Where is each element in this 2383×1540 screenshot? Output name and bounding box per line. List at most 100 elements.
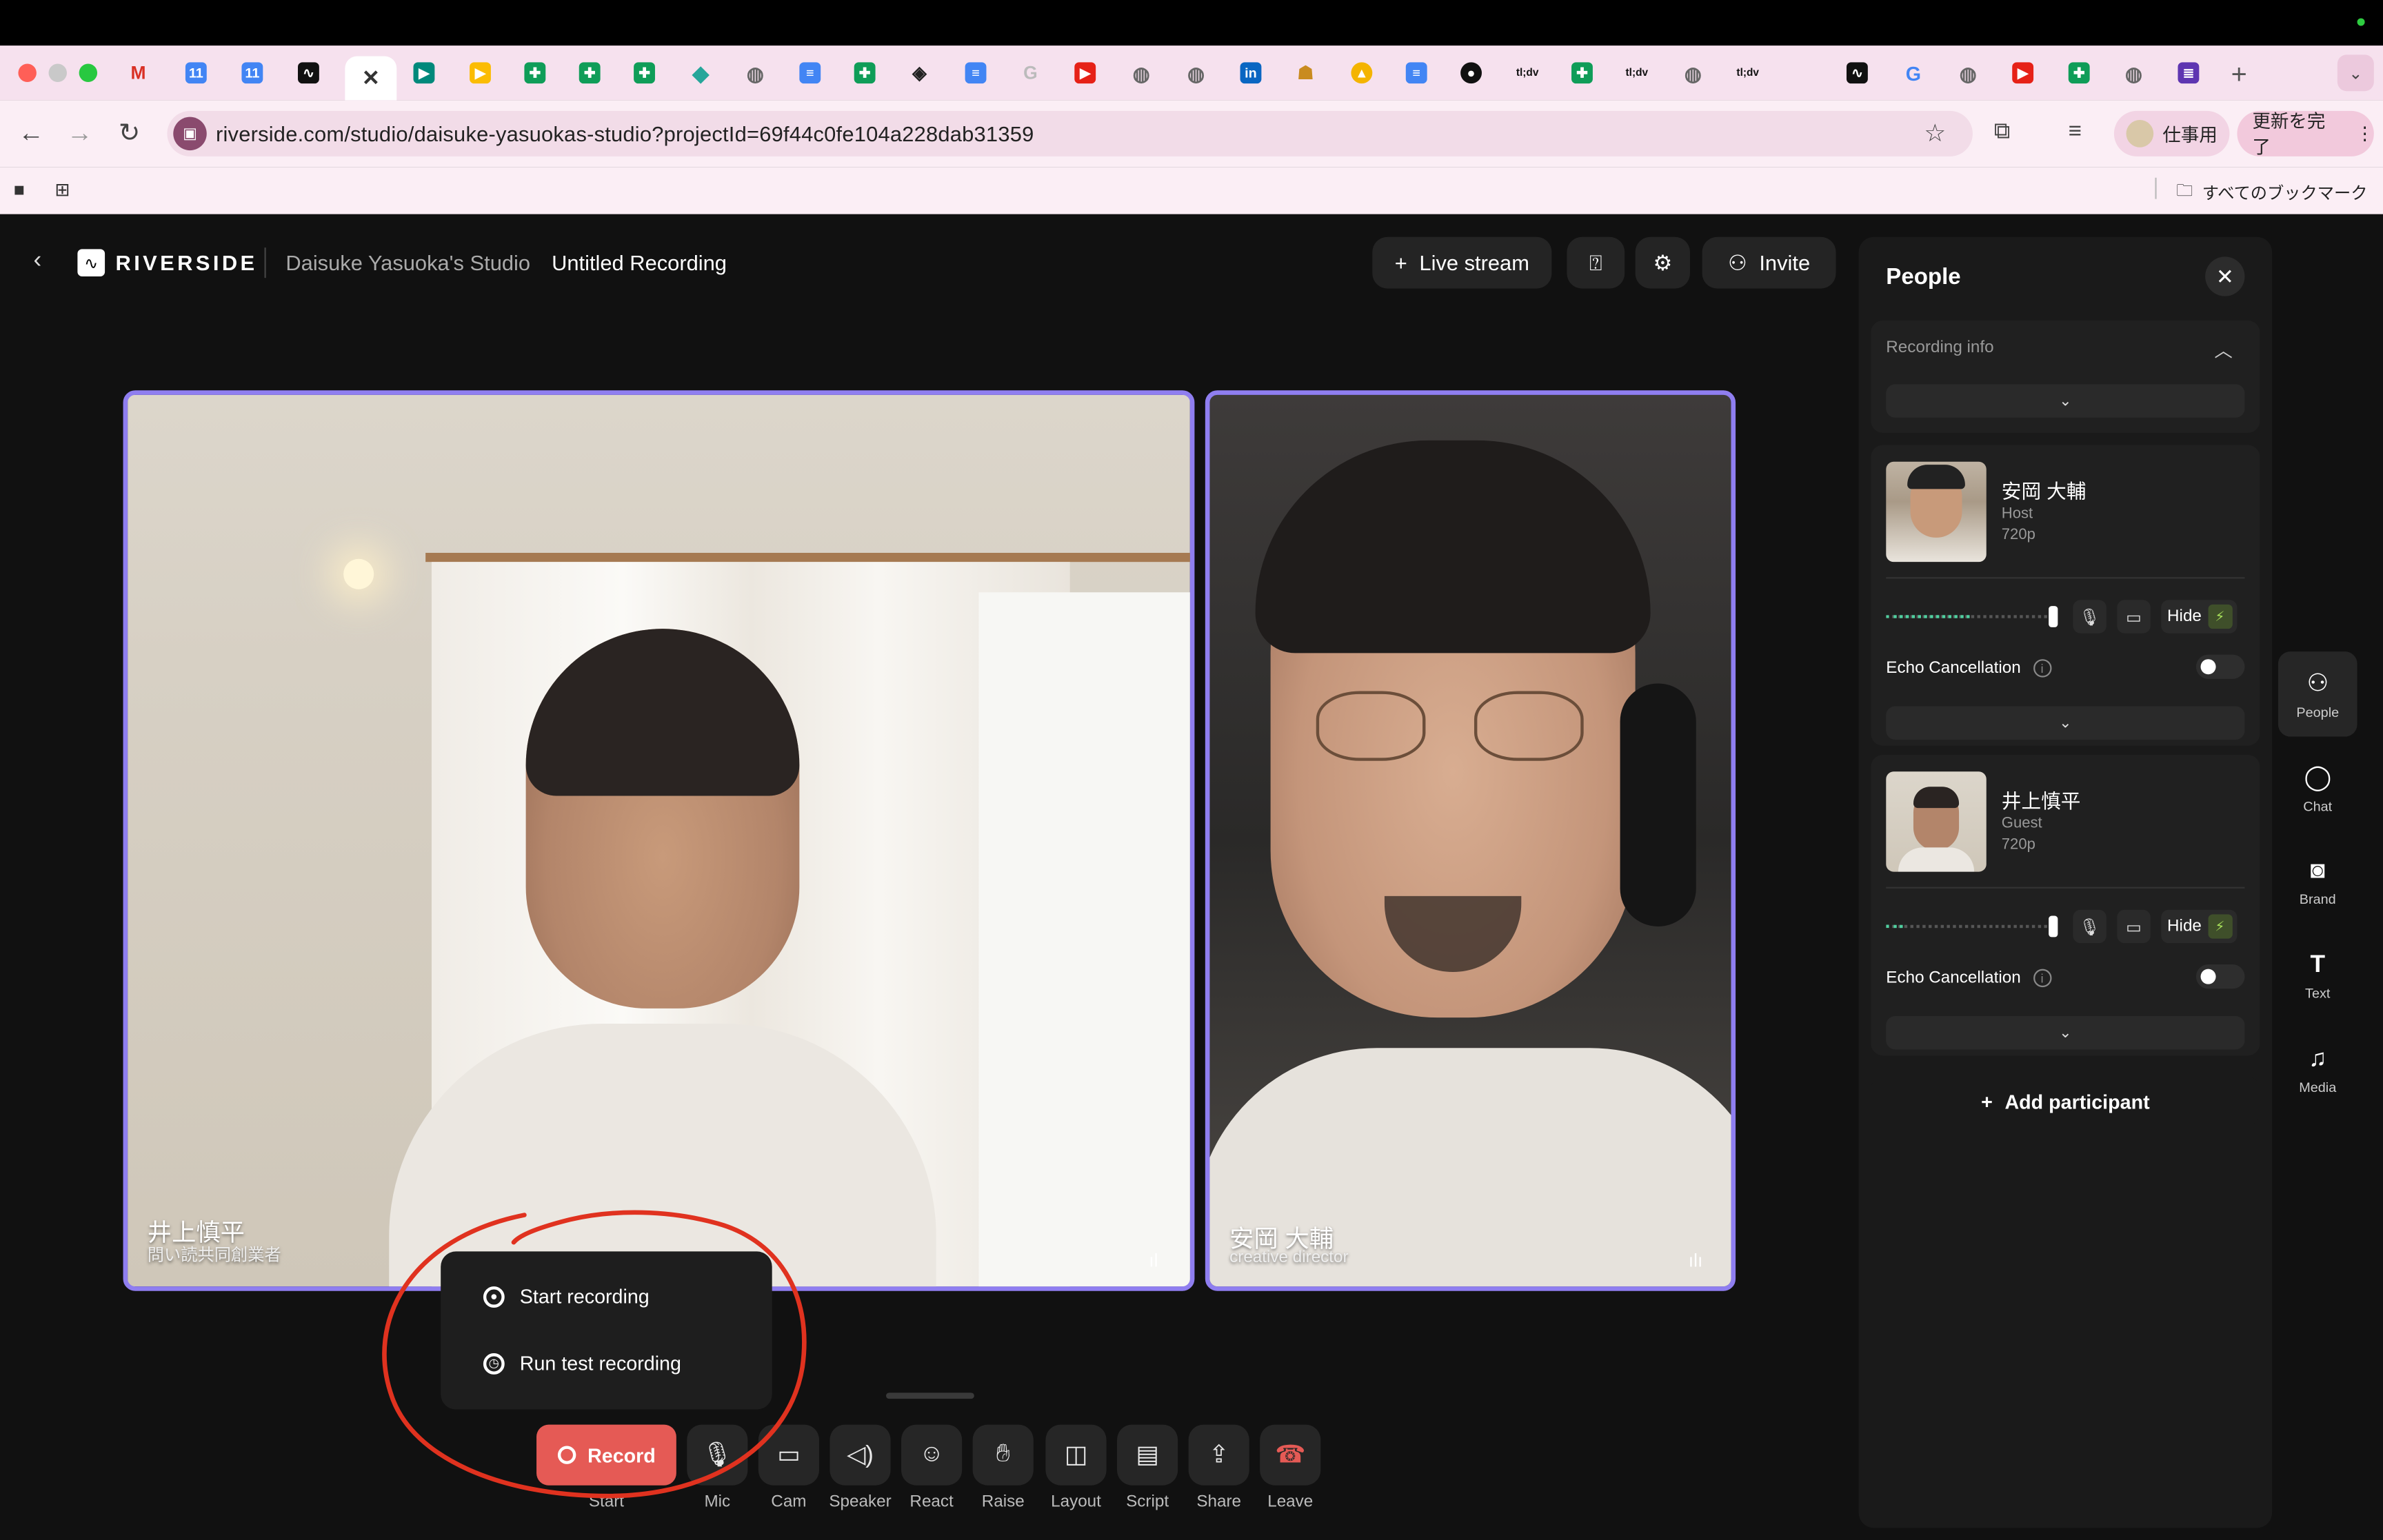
extensions-icon[interactable]: ⧉	[1994, 119, 2011, 144]
rail-people[interactable]: ⚇ People	[2278, 651, 2357, 737]
tab-linkedin[interactable]: in	[1234, 57, 1267, 90]
tab-gmail[interactable]: M	[121, 57, 154, 90]
guest-echo-toggle[interactable]	[2195, 964, 2245, 989]
tab-meet-2[interactable]: ▶	[463, 57, 496, 90]
studio-name[interactable]: Daisuke Yasuoka's Studio	[285, 251, 530, 275]
host-mic-button[interactable]: 🎙︎	[2073, 600, 2107, 634]
tab-mask[interactable]: ◈	[903, 57, 936, 90]
tab-calendar[interactable]: 11	[179, 57, 212, 90]
rail-brand[interactable]: ◙ Brand	[2278, 840, 2357, 924]
tab-sheets-5[interactable]: ✚	[1565, 57, 1598, 90]
tab-riverside[interactable]: ∿	[292, 57, 325, 90]
media-control-icon[interactable]: ≡	[2069, 119, 2082, 144]
url-text[interactable]: riverside.com/studio/daisuke-yasuokas-st…	[216, 121, 1034, 145]
host-hide-button[interactable]: Hide ⚡︎	[2161, 600, 2238, 634]
recording-title[interactable]: Untitled Recording	[552, 251, 727, 275]
layout-button[interactable]: ◫	[1045, 1424, 1107, 1486]
info-icon[interactable]: i	[2033, 659, 2051, 678]
back-chevron-icon[interactable]: ‹	[33, 247, 41, 275]
guest-hide-button[interactable]: Hide ⚡︎	[2161, 909, 2238, 944]
tab-sheets-2[interactable]: ✚	[573, 57, 606, 90]
run-test-recording-item[interactable]: ◷ Run test recording	[483, 1352, 681, 1375]
tab-sheets-3[interactable]: ✚	[627, 57, 661, 90]
raise-button[interactable]: ✋︎	[972, 1424, 1034, 1486]
reload-icon[interactable]: ↻	[119, 119, 140, 149]
recording-info-label[interactable]: Recording info	[1886, 338, 1993, 356]
tab-yellow[interactable]: ▲	[1345, 57, 1378, 90]
apps-square-icon[interactable]: ■	[14, 179, 25, 201]
tab-youtube-2[interactable]: ▶	[2006, 57, 2039, 90]
mic-button[interactable]: 🎙︎	[687, 1424, 748, 1486]
tab-tldv-3[interactable]: tl;dv	[1731, 57, 1764, 90]
leave-button[interactable]: ☎︎	[1260, 1424, 1321, 1486]
tab-globe-3[interactable]: ◍	[1179, 57, 1212, 90]
update-button[interactable]: 更新を完了 ⋮	[2237, 110, 2374, 158]
tab-globe-4[interactable]: ◍	[1676, 57, 1709, 90]
host-expand-select[interactable]: ⌄	[1886, 706, 2245, 740]
react-button[interactable]: ☺	[901, 1424, 963, 1486]
start-recording-item[interactable]: ● Start recording	[483, 1285, 650, 1308]
minimize-window-button[interactable]	[48, 63, 67, 82]
profile-button[interactable]: 仕事用	[2113, 110, 2230, 156]
tab-youtube[interactable]: ▶	[1068, 57, 1101, 90]
guest-volume-slider[interactable]	[1886, 924, 2053, 929]
script-button[interactable]: ▤	[1117, 1424, 1178, 1486]
record-button[interactable]: Record	[536, 1424, 676, 1486]
tab-globe-5[interactable]: ◍	[1951, 57, 1984, 90]
settings-button[interactable]: ⚙	[1635, 236, 1690, 289]
maximize-window-button[interactable]	[79, 63, 98, 82]
tab-docs-3[interactable]: ≡	[1400, 57, 1433, 90]
tab-google-2[interactable]: G	[1897, 57, 1930, 90]
tab-riverside-2[interactable]: ∿	[1840, 57, 1873, 90]
tab-list[interactable]: ≣	[2172, 57, 2205, 90]
tab-diamond[interactable]: ◆	[684, 57, 717, 90]
invite-button[interactable]: ⚇ Invite	[1702, 236, 1836, 289]
tab-calendar-2[interactable]: 11	[236, 57, 269, 90]
chevron-up-icon[interactable]: ︿	[2214, 337, 2232, 363]
add-participant-button[interactable]: + Add participant	[1871, 1077, 2260, 1126]
close-icon[interactable]: ✕	[2205, 256, 2245, 296]
tab-tldv-2[interactable]: tl;dv	[1620, 57, 1653, 90]
tab-search-chevron-icon[interactable]: ⌄	[2337, 54, 2374, 92]
tab-globe[interactable]: ◍	[738, 57, 772, 90]
tab-sheets-6[interactable]: ✚	[2062, 57, 2095, 90]
guest-mic-button[interactable]: 🎙︎	[2073, 909, 2107, 944]
tab-github[interactable]: ●	[1454, 57, 1487, 90]
cam-button[interactable]: ▭	[758, 1424, 820, 1486]
tab-globe-6[interactable]: ◍	[2117, 57, 2150, 90]
all-bookmarks[interactable]: 🗀 すべてのブックマーク	[2176, 178, 2367, 207]
tab-sheets-4[interactable]: ✚	[848, 57, 881, 90]
share-button[interactable]: ⇪	[1188, 1424, 1249, 1486]
guest-volume-knob[interactable]	[2049, 915, 2058, 938]
bookmark-star-icon[interactable]: ☆	[1924, 119, 1946, 149]
host-cam-button[interactable]: ▭	[2117, 600, 2151, 634]
drag-handle[interactable]	[885, 1392, 974, 1399]
host-volume-knob[interactable]	[2049, 606, 2058, 627]
info-icon[interactable]: i	[2033, 969, 2051, 988]
rail-media[interactable]: ♫ Media	[2278, 1029, 2357, 1113]
back-arrow-icon[interactable]: ←	[18, 119, 43, 149]
new-tab-icon[interactable]: +	[2231, 59, 2247, 91]
more-menu-icon[interactable]: ⋮	[2355, 123, 2373, 144]
guest-expand-select[interactable]: ⌄	[1886, 1015, 2245, 1050]
help-button[interactable]: ⍰	[1567, 236, 1625, 289]
close-tab-icon[interactable]: ✕	[362, 65, 380, 91]
forward-arrow-icon[interactable]: →	[67, 119, 92, 149]
video-tile-guest[interactable]	[123, 390, 1195, 1291]
rail-text[interactable]: T Text	[2278, 934, 2357, 1019]
guest-cam-button[interactable]: ▭	[2117, 909, 2151, 944]
tab-globe-2[interactable]: ◍	[1125, 57, 1158, 90]
tab-sheets[interactable]: ✚	[519, 57, 552, 90]
tab-google[interactable]: G	[1014, 57, 1047, 90]
tab-tldv[interactable]: tl;dv	[1511, 57, 1544, 90]
apps-grid-icon[interactable]: ⊞	[54, 179, 70, 201]
tab-meet[interactable]: ▶	[408, 57, 441, 90]
tab-active-close[interactable]: ✕	[345, 56, 397, 101]
host-echo-toggle[interactable]	[2195, 654, 2245, 679]
recording-info-select[interactable]: ⌄	[1886, 384, 2245, 418]
close-window-button[interactable]	[18, 63, 37, 82]
video-tile-host[interactable]	[1205, 390, 1736, 1291]
site-info-icon[interactable]: ▣	[173, 116, 207, 151]
tab-people[interactable]: ☗	[1289, 57, 1322, 90]
live-stream-button[interactable]: + Live stream	[1372, 236, 1552, 289]
